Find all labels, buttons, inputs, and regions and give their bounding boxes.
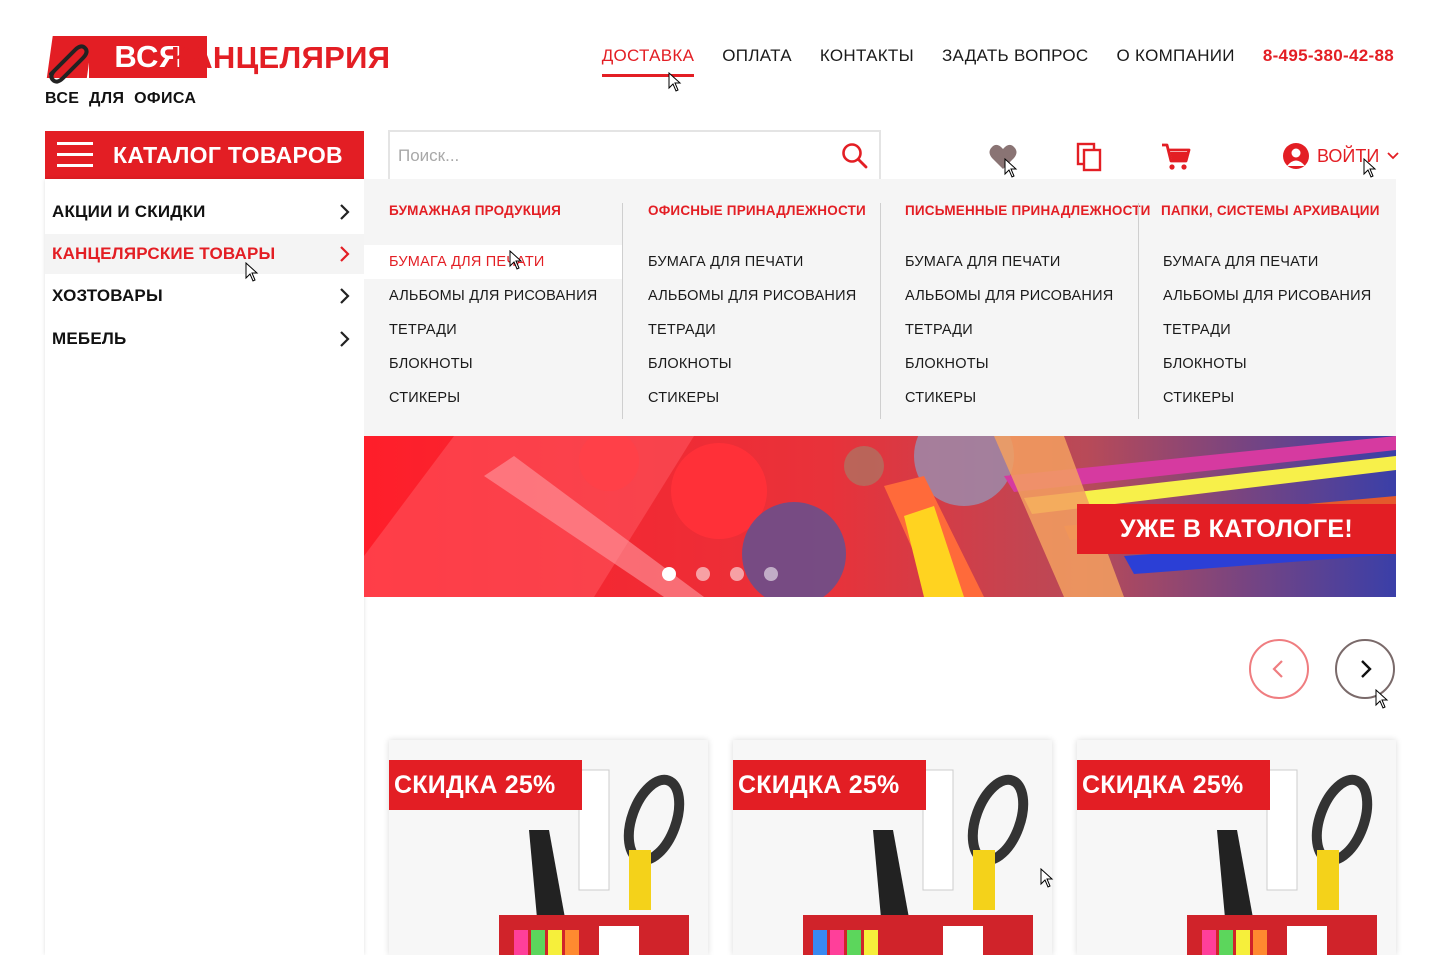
catalog-button-label: КАТАЛОГ ТОВАРОВ	[113, 141, 343, 168]
menu-item[interactable]: ТЕТРАДИ	[1161, 313, 1419, 347]
search-box	[388, 130, 881, 181]
menu-column-folders: ПАПКИ, СИСТЕМЫ АРХИВАЦИИ БУМАГА ДЛЯ ПЕЧА…	[1161, 203, 1419, 415]
site-logo[interactable]: ВСЯ КАНЦЕЛЯРИЯ ВСЕ ДЛЯ ОФИСА	[45, 34, 390, 114]
chevron-right-icon	[340, 246, 350, 262]
menu-item[interactable]: БУМАГА ДЛЯ ПЕЧАТИ	[1161, 245, 1419, 279]
chevron-right-icon	[1361, 660, 1372, 678]
slider-dot[interactable]	[730, 567, 744, 581]
discount-badge: СКИДКА 25%	[733, 760, 926, 810]
nav-item-ask-question[interactable]: ЗАДАТЬ ВОПРОС	[942, 46, 1089, 66]
user-avatar-icon	[1283, 143, 1309, 169]
nav-item-delivery[interactable]: ДОСТАВКА	[601, 46, 695, 77]
menu-item[interactable]: БУМАГА ДЛЯ ПЕЧАТИ	[364, 245, 622, 279]
chevron-left-icon	[1272, 660, 1283, 678]
menu-item[interactable]: СТИКЕРЫ	[905, 381, 1163, 415]
menu-column-writing: ПИСЬМЕННЫЕ ПРИНАДЛЕЖНОСТИ БУМАГА ДЛЯ ПЕЧ…	[905, 203, 1163, 415]
chevron-right-icon	[340, 204, 350, 220]
mega-menu: БУМАЖНАЯ ПРОДУКЦИЯ БУМАГА ДЛЯ ПЕЧАТИ АЛЬ…	[364, 179, 1396, 436]
slider-dot[interactable]	[764, 567, 778, 581]
search-icon[interactable]	[841, 142, 869, 170]
menu-item[interactable]: БЛОКНОТЫ	[648, 347, 906, 381]
cart-icon[interactable]	[1161, 142, 1191, 172]
sidebar-item-household[interactable]: ХОЗТОВАРЫ	[45, 276, 364, 316]
nav-item-about[interactable]: О КОМПАНИИ	[1117, 46, 1235, 66]
product-card[interactable]: СКИДКА 25%	[733, 740, 1052, 955]
carousel-prev-button[interactable]	[1249, 639, 1309, 699]
catalog-button[interactable]: КАТАЛОГ ТОВАРОВ	[45, 131, 364, 179]
discount-badge: СКИДКА 25%	[389, 760, 582, 810]
column-divider	[880, 203, 881, 419]
menu-item[interactable]: АЛЬБОМЫ ДЛЯ РИСОВАНИЯ	[389, 279, 647, 313]
menu-column-title[interactable]: ОФИСНЫЕ ПРИНАДЛЕЖНОСТИ	[648, 203, 906, 235]
menu-item[interactable]: БЛОКНОТЫ	[1161, 347, 1419, 381]
menu-item[interactable]: АЛЬБОМЫ ДЛЯ РИСОВАНИЯ	[1161, 279, 1419, 313]
carousel-next-button[interactable]	[1335, 639, 1395, 699]
logo-tagline: ВСЕ ДЛЯ ОФИСА	[45, 90, 197, 107]
search-input[interactable]	[390, 132, 820, 179]
chevron-right-icon	[340, 288, 350, 304]
menu-item[interactable]: ТЕТРАДИ	[905, 313, 1163, 347]
sidebar-item-label: МЕБЕЛЬ	[52, 329, 127, 348]
sidebar-item-promotions[interactable]: АКЦИИ И СКИДКИ	[45, 192, 364, 232]
product-card[interactable]: СКИДКА 25%	[1077, 740, 1396, 955]
nav-item-payment[interactable]: ОПЛАТА	[722, 46, 792, 66]
phone-number-link[interactable]: 8-495-380-42-88	[1263, 46, 1394, 66]
sidebar-item-furniture[interactable]: МЕБЕЛЬ	[45, 319, 364, 359]
slider-dot[interactable]	[662, 567, 676, 581]
paperclip-icon	[46, 36, 93, 84]
discount-badge: СКИДКА 25%	[1077, 760, 1270, 810]
menu-column-paper: БУМАЖНАЯ ПРОДУКЦИЯ БУМАГА ДЛЯ ПЕЧАТИ АЛЬ…	[364, 203, 647, 415]
sidebar-item-label: АКЦИИ И СКИДКИ	[52, 202, 206, 221]
nav-item-contacts[interactable]: КОНТАКТЫ	[820, 46, 914, 66]
chevron-right-icon	[340, 331, 350, 347]
menu-item[interactable]: БЛОКНОТЫ	[905, 347, 1163, 381]
menu-icon	[57, 142, 93, 168]
menu-item[interactable]: ТЕТРАДИ	[648, 313, 906, 347]
column-divider	[1138, 203, 1139, 419]
menu-item[interactable]: АЛЬБОМЫ ДЛЯ РИСОВАНИЯ	[905, 279, 1163, 313]
chevron-down-icon	[1387, 152, 1399, 160]
login-label: ВОЙТИ	[1317, 145, 1380, 166]
menu-column-office: ОФИСНЫЕ ПРИНАДЛЕЖНОСТИ БУМАГА ДЛЯ ПЕЧАТИ…	[648, 203, 906, 415]
top-nav: ДОСТАВКА ОПЛАТА КОНТАКТЫ ЗАДАТЬ ВОПРОС О…	[601, 46, 1394, 77]
menu-column-title[interactable]: ПИСЬМЕННЫЕ ПРИНАДЛЕЖНОСТИ	[905, 203, 1163, 235]
compare-icon[interactable]	[1075, 142, 1105, 172]
menu-item[interactable]: СТИКЕРЫ	[1161, 381, 1419, 415]
slider-dots	[662, 567, 778, 581]
sidebar-item-stationery[interactable]: КАНЦЕЛЯРСКИЕ ТОВАРЫ	[45, 234, 364, 274]
menu-item[interactable]: ТЕТРАДИ	[389, 313, 647, 347]
menu-item[interactable]: СТИКЕРЫ	[648, 381, 906, 415]
heart-icon[interactable]	[988, 142, 1018, 172]
menu-item[interactable]: СТИКЕРЫ	[389, 381, 647, 415]
menu-column-title[interactable]: БУМАЖНАЯ ПРОДУКЦИЯ	[389, 203, 647, 235]
banner-tag: УЖЕ В КАТОЛОГЕ!	[1077, 504, 1396, 554]
promo-banner[interactable]: УЖЕ В КАТОЛОГЕ!	[364, 436, 1396, 597]
logo-wordmark: КАНЦЕЛЯРИЯ	[171, 40, 391, 75]
sidebar-item-label: КАНЦЕЛЯРСКИЕ ТОВАРЫ	[52, 244, 276, 263]
column-divider	[622, 203, 623, 419]
slider-dot[interactable]	[696, 567, 710, 581]
product-card[interactable]: СКИДКА 25%	[389, 740, 708, 955]
menu-item[interactable]: БУМАГА ДЛЯ ПЕЧАТИ	[905, 245, 1163, 279]
menu-column-title[interactable]: ПАПКИ, СИСТЕМЫ АРХИВАЦИИ	[1161, 203, 1419, 235]
menu-item[interactable]: БУМАГА ДЛЯ ПЕЧАТИ	[648, 245, 906, 279]
menu-item[interactable]: БЛОКНОТЫ	[389, 347, 647, 381]
sidebar-item-label: ХОЗТОВАРЫ	[52, 286, 163, 305]
catalog-sidebar: АКЦИИ И СКИДКИ КАНЦЕЛЯРСКИЕ ТОВАРЫ ХОЗТО…	[45, 179, 364, 955]
menu-item[interactable]: АЛЬБОМЫ ДЛЯ РИСОВАНИЯ	[648, 279, 906, 313]
login-button[interactable]: ВОЙТИ	[1283, 143, 1399, 169]
